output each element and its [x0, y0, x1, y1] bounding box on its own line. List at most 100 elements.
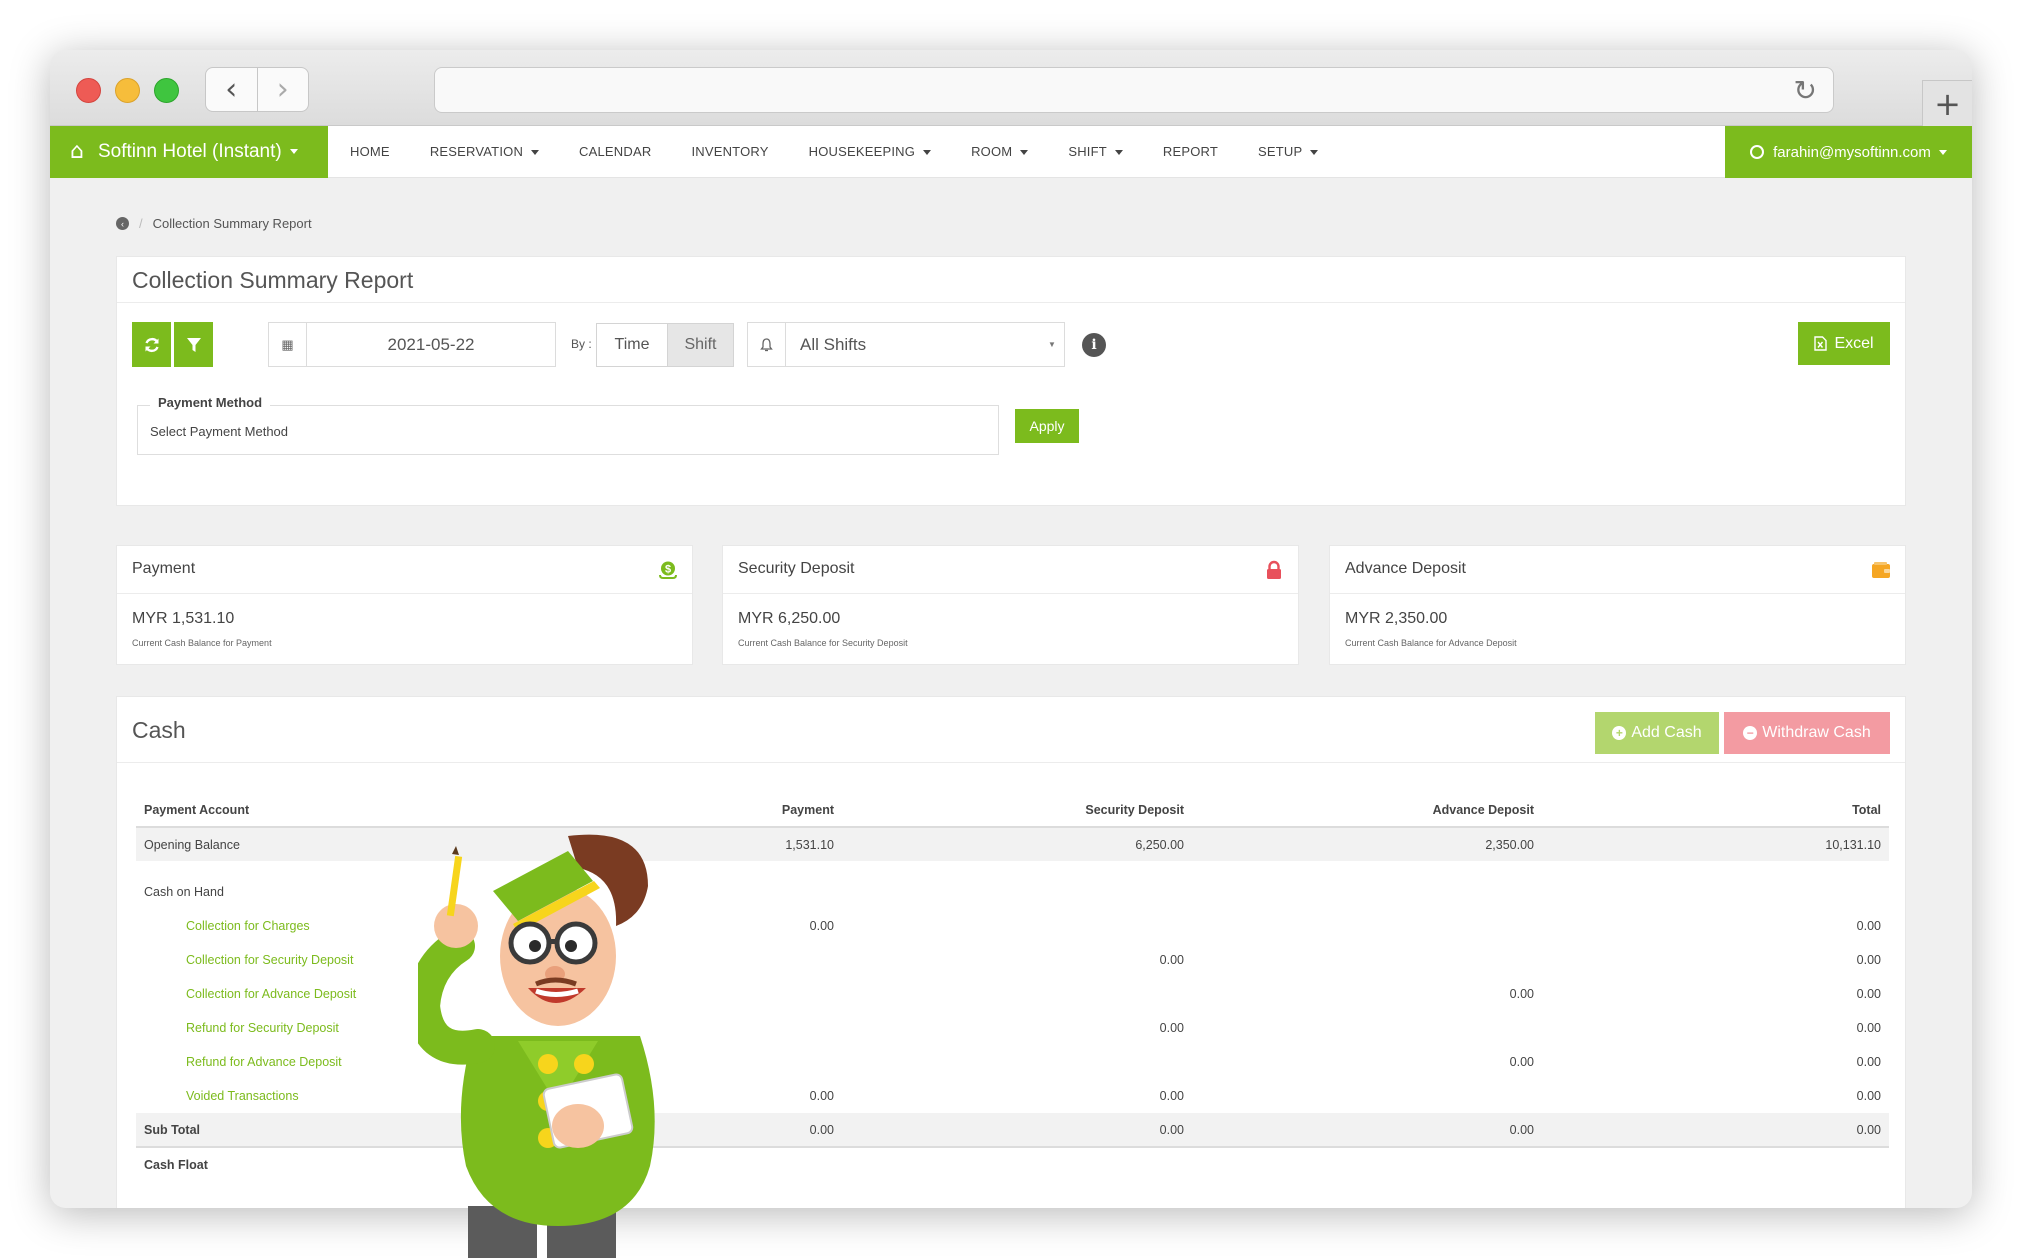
plus-circle-icon: +	[1612, 726, 1627, 740]
table-cell	[842, 1147, 1192, 1181]
table-header-row: Payment Account Payment Security Deposit…	[136, 793, 1889, 828]
table-cell: 0.00	[1159, 1089, 1184, 1103]
table-row: Collection for Charges 0.00 0.00	[136, 909, 1889, 943]
breadcrumb-separator: /	[139, 216, 143, 231]
user-email: farahin@mysoftinn.com	[1773, 143, 1931, 161]
table-cell: 0.00	[1856, 987, 1881, 1001]
apply-button[interactable]: Apply	[1015, 409, 1079, 443]
nav-item-shift[interactable]: SHIFT	[1048, 144, 1143, 159]
toggle-time[interactable]: Time	[597, 324, 667, 366]
minimize-window-button[interactable]	[115, 78, 140, 103]
nav-item-label: RESERVATION	[429, 144, 524, 159]
table-row: Cash Float	[136, 1147, 1889, 1181]
nav-item-label: INVENTORY	[691, 144, 769, 159]
table-cell: 0.00	[1856, 1089, 1881, 1103]
table-cell: 6,250.00	[842, 827, 1192, 861]
breadcrumb: ‹ / Collection Summary Report	[116, 216, 312, 231]
nav-item-report[interactable]: REPORT	[1143, 144, 1238, 159]
table-cell: 0.00	[1509, 1055, 1534, 1069]
plus-icon[interactable]: +	[1922, 80, 1972, 126]
card-title: Payment	[132, 560, 196, 577]
card-title: Advance Deposit	[1345, 560, 1466, 577]
table-cell: 0.00	[1856, 1055, 1881, 1069]
nav-item-inventory[interactable]: INVENTORY	[671, 144, 788, 159]
cash-panel: Cash + Add Cash − Withdraw Cash Payment …	[116, 696, 1906, 1208]
nav-item-label: SETUP	[1258, 144, 1303, 159]
user-menu[interactable]: farahin@mysoftinn.com	[1725, 126, 1972, 178]
table-row: Opening Balance 1,531.10 6,250.00 2,350.00 1…	[136, 827, 1889, 861]
nav-item-label: HOUSEKEEPING	[808, 144, 916, 159]
nav-item-setup[interactable]: SETUP	[1238, 144, 1338, 159]
cash-table: Payment Account Payment Security Deposit…	[136, 793, 1889, 1181]
maximize-window-button[interactable]	[154, 78, 179, 103]
refresh-icon	[144, 337, 159, 352]
chevron-down-icon	[531, 150, 540, 156]
nav-item-reservation[interactable]: RESERVATION	[410, 144, 559, 159]
filter-button[interactable]	[174, 322, 213, 367]
nav-item-label: ROOM	[971, 144, 1013, 159]
payment-method-field[interactable]: Payment Method Select Payment Method	[137, 395, 999, 455]
home-icon: ⌂	[70, 139, 84, 164]
nav-item-home[interactable]: HOME	[330, 144, 410, 159]
back-circle-icon[interactable]: ‹	[116, 217, 129, 230]
table-row: Refund for Advance Deposit 0.00 0.00	[136, 1045, 1889, 1079]
breadcrumb-current: Collection Summary Report	[152, 216, 312, 231]
shift-select-value: All Shifts	[800, 334, 867, 354]
table-cell	[842, 1045, 1192, 1079]
chevron-down-icon	[289, 149, 298, 154]
close-window-button[interactable]	[76, 78, 101, 103]
nav-item-calendar[interactable]: CALENDAR	[559, 144, 671, 159]
shift-select[interactable]: All Shifts ▼	[747, 322, 1065, 367]
withdraw-cash-button[interactable]: − Withdraw Cash	[1724, 712, 1890, 754]
excel-button[interactable]: Excel	[1798, 322, 1890, 365]
nav-item-room[interactable]: ROOM	[951, 144, 1048, 159]
add-cash-button[interactable]: + Add Cash	[1595, 712, 1719, 754]
card-header: Payment $	[117, 546, 692, 594]
minus-circle-icon: −	[1743, 726, 1758, 740]
info-icon[interactable]: i	[1082, 333, 1106, 357]
card-amount: MYR 2,350.00	[1345, 610, 1448, 627]
payment-method-label: Payment Method	[150, 395, 271, 410]
toggle-shift[interactable]: Shift	[667, 324, 733, 366]
table-cell	[842, 861, 1192, 909]
reload-icon[interactable]: ↻	[1794, 74, 1817, 107]
nav-item-label: REPORT	[1162, 144, 1219, 159]
filter-icon	[186, 337, 201, 352]
card-subtitle: Current Cash Balance for Payment	[132, 638, 272, 648]
card-header: Advance Deposit	[1330, 546, 1905, 594]
card-subtitle: Current Cash Balance for Security Deposi…	[738, 638, 908, 648]
table-cell: 0.00	[1856, 919, 1881, 933]
forward-icon[interactable]: ›	[256, 68, 309, 111]
page-title: Collection Summary Report	[117, 257, 1905, 303]
table-cell	[842, 909, 1192, 943]
table-cell: 0.00	[1856, 953, 1881, 967]
security-deposit-card: Security Deposit MYR 6,250.00 Current Ca…	[722, 545, 1299, 665]
lock-icon	[1267, 560, 1281, 579]
refresh-button[interactable]	[132, 322, 171, 367]
nav-item-label: HOME	[350, 144, 390, 159]
chevron-down-icon	[1938, 149, 1947, 155]
table-cell	[1192, 1011, 1542, 1045]
date-picker[interactable]: ▦ 2021-05-22	[268, 322, 556, 367]
advance-deposit-card: Advance Deposit MYR 2,350.00 Current Cas…	[1329, 545, 1906, 665]
calendar-icon: ▦	[269, 323, 307, 366]
chevron-down-icon	[1114, 150, 1123, 156]
table-cell: 2,350.00	[1192, 827, 1542, 861]
column-header: Advance Deposit	[1192, 793, 1542, 828]
back-icon[interactable]: ‹	[206, 68, 257, 111]
excel-label: Excel	[1834, 334, 1874, 352]
table-cell: 0.00	[1159, 1021, 1184, 1035]
add-cash-label: Add Cash	[1631, 724, 1702, 741]
nav-item-housekeeping[interactable]: HOUSEKEEPING	[789, 144, 951, 159]
nav-item-label: CALENDAR	[579, 144, 652, 159]
table-cell	[1192, 909, 1542, 943]
table-row: Collection for Security Deposit 0.00 0.00	[136, 943, 1889, 977]
table-cell	[1192, 943, 1542, 977]
table-cell	[1192, 861, 1542, 909]
bell-icon	[748, 323, 786, 366]
address-bar[interactable]: ↻	[434, 67, 1834, 113]
chevron-down-icon	[1310, 150, 1319, 156]
brand-menu[interactable]: ⌂ Softinn Hotel (Instant)	[50, 125, 328, 178]
svg-text:$: $	[665, 564, 671, 576]
chevron-down-icon	[1020, 150, 1029, 156]
